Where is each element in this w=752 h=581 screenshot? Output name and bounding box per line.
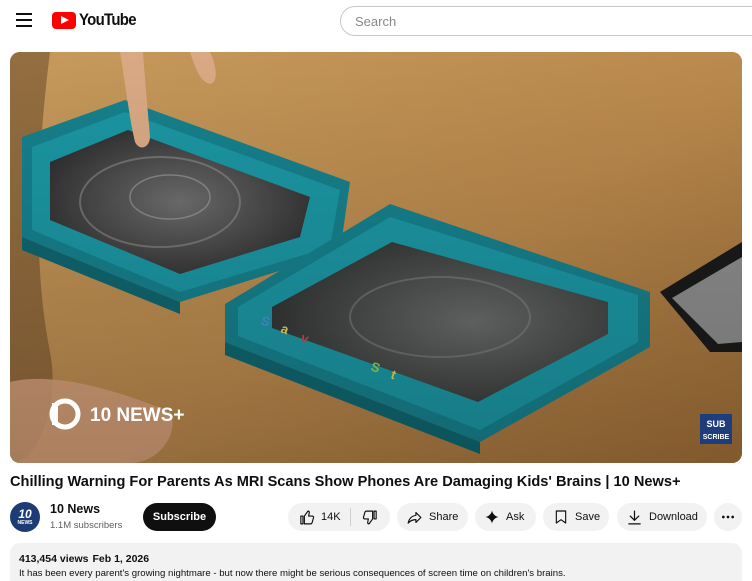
- share-label: Share: [429, 511, 459, 523]
- svg-text:SCRIBE: SCRIBE: [703, 434, 730, 441]
- channel-name[interactable]: 10 News: [50, 502, 100, 516]
- search-input[interactable]: [340, 6, 752, 36]
- subscribe-button[interactable]: Subscribe: [143, 503, 216, 531]
- svg-text:SUB: SUB: [706, 419, 726, 429]
- thumbs-up-icon: [300, 510, 315, 524]
- download-icon: [628, 510, 641, 524]
- like-button[interactable]: 14K: [288, 503, 350, 531]
- video-title: Chilling Warning For Parents As MRI Scan…: [10, 474, 681, 490]
- more-icon: [722, 515, 734, 519]
- description-meta: 413,454 views Feb 1, 2026: [19, 553, 742, 565]
- subscriber-count: 1.1M subscribers: [50, 520, 123, 531]
- ask-button[interactable]: Ask: [475, 503, 536, 531]
- logo-text: YouTube: [79, 10, 137, 29]
- corner-badge: SUB SCRIBE: [700, 414, 732, 444]
- download-button[interactable]: Download: [617, 503, 707, 531]
- upload-date: Feb 1, 2026: [92, 553, 150, 565]
- save-button[interactable]: Save: [543, 503, 609, 531]
- watermark-text: 10 NEWS+: [90, 405, 185, 426]
- like-dislike-group: 14K: [288, 503, 390, 531]
- more-button[interactable]: [714, 503, 742, 531]
- youtube-logo-icon: [52, 11, 76, 29]
- save-label: Save: [575, 511, 601, 523]
- description-text: It has been every parent's growing night…: [19, 568, 566, 579]
- like-count: 14K: [321, 511, 341, 523]
- avatar-subtext: NEWS: [17, 519, 33, 526]
- ask-label: Ask: [506, 511, 525, 523]
- video-frame: S a v S t 10 NEWS+ SUB SCRIBE: [10, 52, 742, 463]
- share-icon: [407, 511, 422, 524]
- dislike-button[interactable]: [351, 503, 389, 531]
- youtube-logo[interactable]: YouTube: [52, 10, 144, 30]
- download-label: Download: [649, 511, 698, 523]
- menu-icon[interactable]: [14, 10, 34, 30]
- avatar-text: 10: [18, 506, 32, 521]
- video-player[interactable]: S a v S t 10 NEWS+ SUB SCRIBE: [10, 52, 742, 463]
- view-count: 413,454 views: [19, 553, 89, 565]
- avatar[interactable]: 10 NEWS: [10, 502, 40, 532]
- sparkle-icon: [485, 510, 499, 524]
- share-button[interactable]: Share: [397, 503, 468, 531]
- bookmark-icon: [555, 510, 567, 524]
- description-box[interactable]: 413,454 views Feb 1, 2026 It has been eve…: [10, 543, 742, 581]
- top-bar: YouTube: [0, 0, 752, 40]
- thumbs-down-icon: [362, 510, 377, 524]
